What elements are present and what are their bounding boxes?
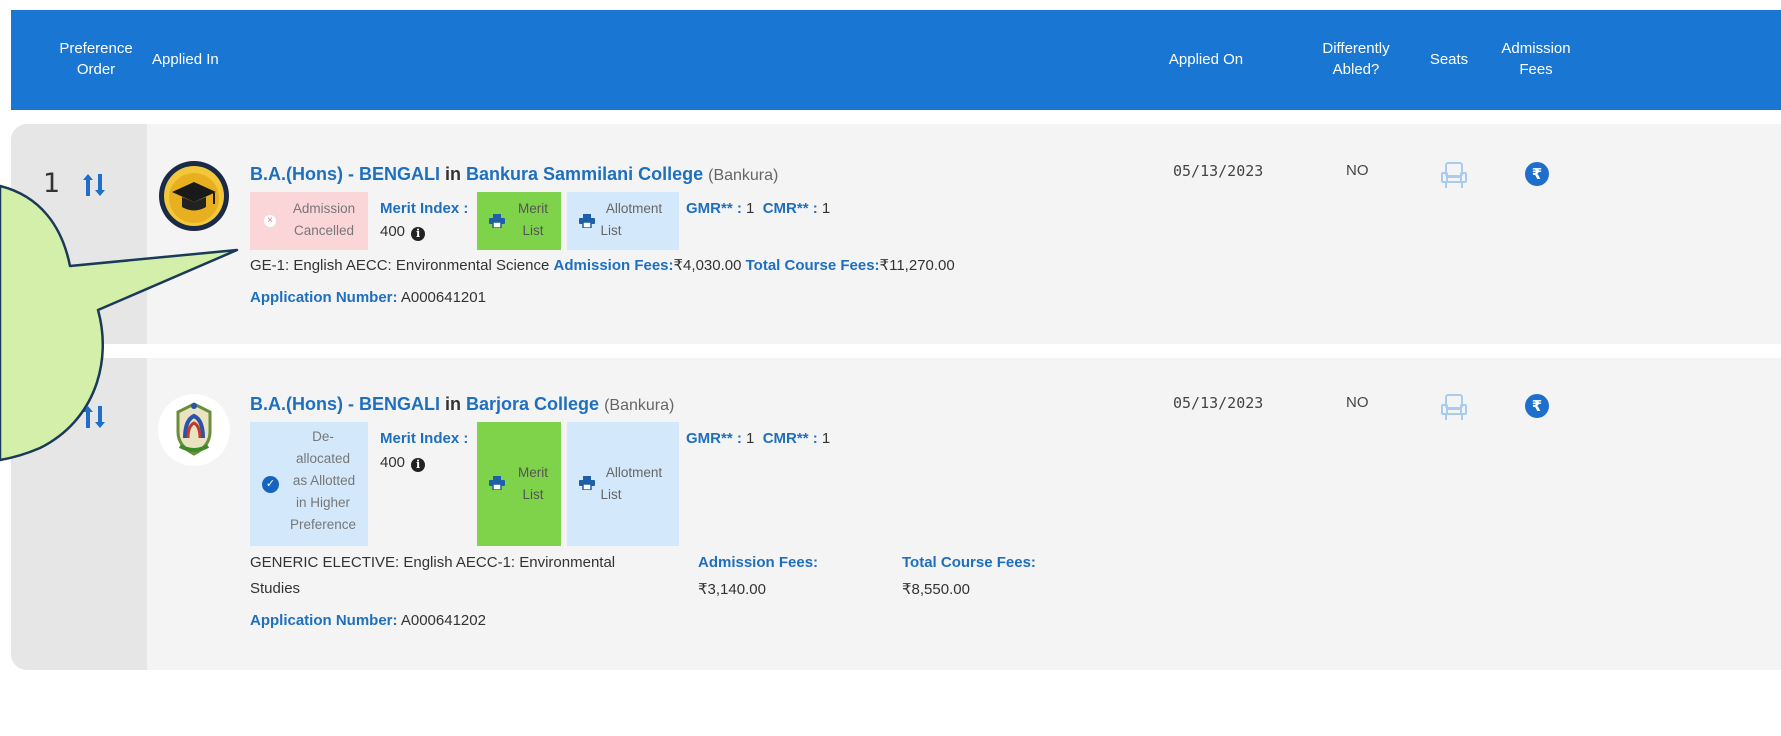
allotment-list-button[interactable]: Allotment List [567, 422, 679, 546]
info-icon[interactable]: i [411, 227, 426, 241]
gmr-cmr: GMR** : 1 CMR** : 1 [686, 430, 831, 447]
application-number-label: Application Number: [250, 289, 398, 306]
header-seats: Seats [1429, 51, 1469, 68]
application-number-value: A000641201 [400, 289, 486, 306]
total-fees-label: Total Course Fees: [745, 257, 880, 274]
status-line: as Allotted [292, 473, 356, 488]
total-fees-value: ₹11,270.00 [879, 257, 955, 274]
course-name[interactable]: B.A.(Hons) - BENGALI [250, 394, 440, 414]
admission-fees-value: ₹3,140.00 [698, 581, 766, 598]
college-name[interactable]: Bankura Sammilani College [466, 164, 703, 184]
subjects-fees-line: GE-1: English AECC: Environmental Scienc… [250, 256, 955, 274]
status-badge: ✓ De- allocated as Allotted in Higher Pr… [250, 422, 368, 546]
application-number: Application Number: A000641201 [250, 289, 486, 306]
merit-index-value: 400 i [380, 223, 426, 241]
merit-list-button[interactable]: Merit List [477, 192, 561, 250]
course-title: B.A.(Hons) - BENGALI in Barjora College … [250, 394, 674, 415]
total-fees-label: Total Course Fees: [902, 554, 1036, 571]
status-line: allocated [295, 451, 351, 466]
status-line: De- [312, 429, 334, 444]
seat-icon[interactable] [1439, 392, 1469, 422]
application-number-value: A000641202 [400, 612, 486, 629]
status-line: Preference [289, 517, 357, 532]
subjects: GENERIC ELECTIVE: English AECC-1: Enviro… [250, 554, 616, 571]
differently-abled-value: NO [1346, 394, 1369, 411]
printer-icon [489, 476, 505, 490]
merit-btn-label: List [522, 223, 544, 238]
allot-btn-label: Allotment [605, 465, 663, 480]
district: (Bankura) [604, 397, 675, 414]
info-icon[interactable]: i [411, 458, 426, 472]
allotment-list-button[interactable]: Allotment List [567, 192, 679, 250]
total-fees-value: ₹8,550.00 [902, 581, 970, 598]
merit-index-label: Merit Index : [380, 430, 469, 447]
allot-btn-label: List [600, 223, 622, 238]
differently-abled-value: NO [1346, 162, 1369, 179]
application-number: Application Number: A000641202 [250, 612, 486, 629]
merit-btn-label: Merit [518, 465, 548, 480]
merit-index-value: 400 i [380, 454, 426, 472]
merit-btn-label: Merit [518, 201, 548, 216]
admission-fees-label: Admission Fees: [553, 257, 674, 274]
callout-bubble [0, 184, 239, 462]
course-title: B.A.(Hons) - BENGALI in Bankura Sammilan… [250, 164, 778, 185]
in-text: in [445, 394, 461, 414]
status-line: Cancelled [293, 223, 355, 238]
application-number-label: Application Number: [250, 612, 398, 629]
status-line: Admission [292, 201, 356, 216]
admission-fees-value: ₹4,030.00 [673, 257, 742, 274]
close-icon: × [264, 215, 276, 227]
district: (Bankura) [708, 167, 779, 184]
college-name[interactable]: Barjora College [466, 394, 599, 414]
subjects: Studies [250, 580, 301, 597]
merit-btn-label: List [522, 487, 544, 502]
table-header: Preference Order Applied In Applied On D… [11, 10, 1781, 110]
gmr-cmr: GMR** : 1 CMR** : 1 [686, 200, 831, 217]
table-row: 1 B.A.(Hons) - BENGALI in Bankura Sammil… [11, 124, 1781, 344]
admission-fees-label: Admission Fees: [698, 554, 819, 571]
allot-btn-label: Allotment [605, 201, 663, 216]
header-applied-on: Applied On [1168, 51, 1244, 68]
table-row: 2 B.A.(Hons) - BENGALI in Barjora Colleg… [11, 358, 1781, 670]
header-differently-abled: Differently Abled? [1322, 40, 1390, 78]
subjects: GE-1: English AECC: Environmental Scienc… [250, 257, 550, 274]
in-text: in [445, 164, 461, 184]
allot-btn-label: List [600, 487, 622, 502]
rupee-icon[interactable]: ₹ [1525, 162, 1549, 186]
rupee-icon[interactable]: ₹ [1525, 394, 1549, 418]
applied-on-date: 05/13/2023 [1173, 162, 1264, 180]
merit-index-label: Merit Index : [380, 200, 469, 217]
header-admission-fees: Admission Fees [1501, 40, 1571, 78]
status-line: in Higher [295, 495, 351, 510]
seat-icon[interactable] [1439, 160, 1469, 190]
printer-icon [489, 214, 505, 228]
status-badge: × Admission Cancelled [250, 192, 368, 250]
course-name[interactable]: B.A.(Hons) - BENGALI [250, 164, 440, 184]
applied-on-date: 05/13/2023 [1173, 394, 1264, 412]
merit-list-button[interactable]: Merit List [477, 422, 561, 546]
